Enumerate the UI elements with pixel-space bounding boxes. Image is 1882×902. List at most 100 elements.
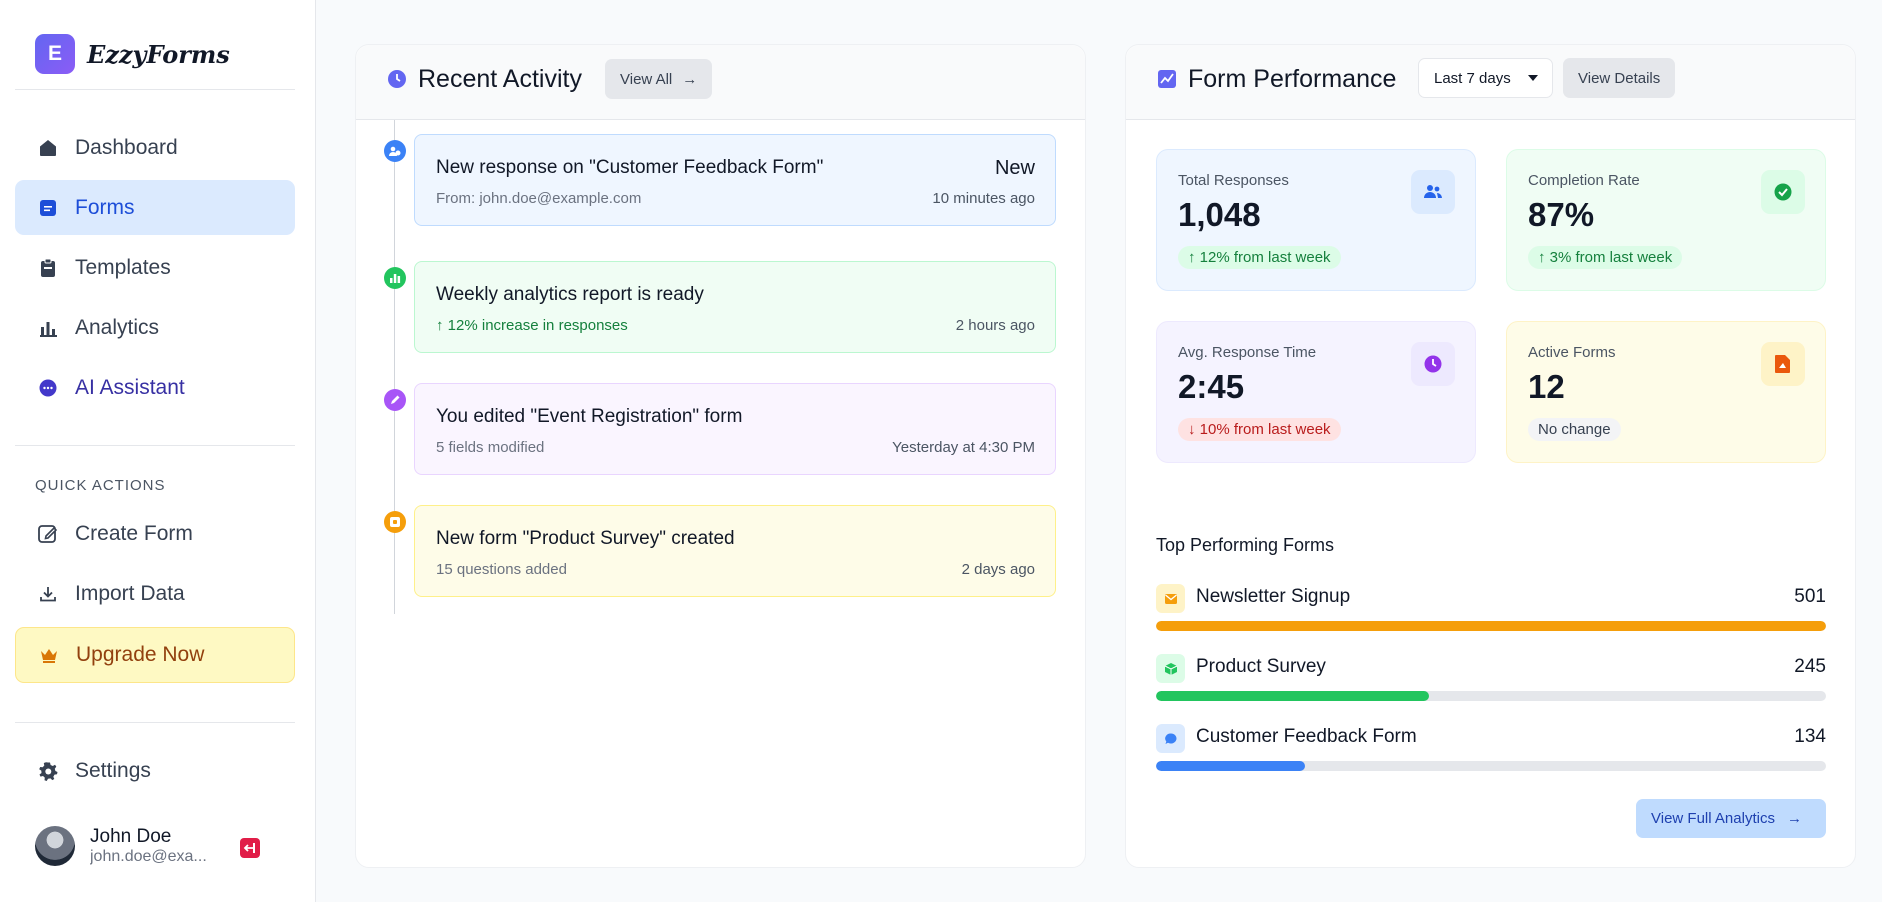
stat-change: ↓ 10% from last week [1178, 418, 1341, 441]
activity-sub: ↑ 12% increase in responses [436, 317, 628, 334]
sidebar-item-forms[interactable]: Forms [15, 180, 295, 235]
user-email: john.doe@exa... [90, 848, 207, 865]
activity-title: You edited "Event Registration" form [436, 406, 743, 427]
stat-card-total-responses: Total Responses 1,048 ↑ 12% from last we… [1156, 149, 1476, 291]
top-form-value: 501 [1794, 586, 1826, 607]
chat-icon [37, 377, 59, 399]
arrow-up-icon: ↑ [1538, 249, 1550, 266]
activity-sub: 15 questions added [436, 561, 567, 578]
analytics-icon [37, 317, 59, 339]
stat-card-avg-response-time: Avg. Response Time 2:45 ↓ 10% from last … [1156, 321, 1476, 463]
templates-icon [37, 257, 59, 279]
stat-card-completion-rate: Completion Rate 87% ↑ 3% from last week [1506, 149, 1826, 291]
arrow-down-icon: ↓ [1188, 421, 1200, 438]
stat-label: Active Forms [1528, 344, 1616, 361]
activity-sub-text: 12% increase in responses [447, 317, 628, 334]
activity-item[interactable]: New response on "Customer Feedback Form"… [414, 134, 1056, 226]
create-form-label: Create Form [75, 521, 193, 545]
stat-change: ↑ 12% from last week [1178, 246, 1341, 269]
cube-icon [1156, 654, 1185, 683]
top-form-bar-track [1156, 761, 1826, 771]
stat-value: 87% [1528, 196, 1595, 233]
activity-time: 2 hours ago [955, 317, 1035, 334]
top-form-value: 134 [1794, 726, 1826, 747]
new-badge: New [994, 157, 1035, 179]
activity-item[interactable]: You edited "Event Registration" form 5 f… [414, 383, 1056, 475]
user-name: John Doe [90, 826, 172, 847]
divider [15, 722, 295, 723]
view-all-label: View All [620, 70, 673, 88]
pencil-icon [384, 389, 406, 411]
activity-item[interactable]: New form "Product Survey" created 15 que… [414, 505, 1056, 597]
sidebar-item-label: AI Assistant [75, 375, 185, 399]
activity-item[interactable]: Weekly analytics report is ready ↑ 12% i… [414, 261, 1056, 353]
view-details-button[interactable]: View Details [1563, 58, 1676, 98]
gear-icon [37, 760, 59, 782]
quick-actions-heading: QUICK ACTIONS [35, 477, 166, 494]
brand-logo: E [35, 34, 75, 74]
divider [15, 445, 295, 446]
user-profile[interactable]: John Doe john.doe@exa... [35, 826, 210, 866]
import-data-button[interactable]: Import Data [15, 566, 295, 621]
sidebar-item-settings[interactable]: Settings [15, 743, 295, 798]
date-range-select[interactable]: Last 7 days [1418, 58, 1553, 98]
brand-name: EzzyForms [87, 39, 230, 69]
stat-value: 2:45 [1178, 368, 1245, 405]
sidebar-item-analytics[interactable]: Analytics [15, 300, 295, 355]
users-icon [1411, 170, 1455, 214]
activity-time: 10 minutes ago [932, 190, 1035, 207]
sidebar: E EzzyForms Dashboard Forms Templates An… [0, 0, 316, 902]
top-form-value: 245 [1794, 656, 1826, 677]
forms-icon [37, 197, 59, 219]
edit-icon [37, 523, 59, 545]
divider [15, 89, 295, 90]
download-icon [37, 583, 59, 605]
file-icon [1761, 342, 1805, 386]
plus-square-icon [384, 511, 406, 533]
stat-change-text: 10% from last week [1199, 421, 1331, 438]
envelope-icon [1156, 584, 1185, 613]
top-form-bar-fill [1156, 761, 1306, 771]
upgrade-button[interactable]: Upgrade Now [15, 627, 295, 683]
stat-value: 12 [1528, 368, 1565, 405]
activity-time: 2 days ago [961, 561, 1035, 578]
check-circle-icon [1761, 170, 1805, 214]
timeline-line [394, 120, 395, 614]
top-form-bar-fill [1156, 621, 1826, 631]
stat-change-text: 12% from last week [1199, 249, 1331, 266]
top-form-bar-track [1156, 621, 1826, 631]
activity-title: New response on "Customer Feedback Form" [436, 157, 824, 178]
stat-card-active-forms: Active Forms 12 No change [1506, 321, 1826, 463]
logout-icon[interactable] [240, 838, 260, 858]
recent-activity-title: Recent Activity [418, 65, 582, 93]
sidebar-item-label: Dashboard [75, 135, 178, 159]
stat-change-text: 3% from last week [1549, 249, 1673, 266]
sidebar-item-ai-assistant[interactable]: AI Assistant [15, 360, 295, 415]
brand[interactable]: E EzzyForms [35, 34, 230, 74]
top-form-name: Product Survey [1196, 656, 1326, 677]
view-details-label: View Details [1578, 69, 1661, 87]
stat-change: ↑ 3% from last week [1528, 246, 1683, 269]
top-forms-heading: Top Performing Forms [1156, 535, 1335, 555]
view-full-analytics-label: View Full Analytics [1651, 810, 1775, 827]
upgrade-label: Upgrade Now [76, 643, 205, 666]
sidebar-item-templates[interactable]: Templates [15, 240, 295, 295]
sidebar-item-dashboard[interactable]: Dashboard [15, 120, 295, 175]
arrow-right-icon: → [682, 70, 698, 88]
activity-sub: From: john.doe@example.com [436, 190, 642, 207]
sidebar-item-label: Analytics [75, 315, 160, 339]
view-all-button[interactable]: View All → [605, 59, 713, 99]
top-form-name: Newsletter Signup [1196, 586, 1351, 607]
trend-chart-icon [1157, 69, 1177, 94]
activity-time: Yesterday at 4:30 PM [892, 439, 1035, 456]
top-form-bar-fill [1156, 691, 1429, 701]
user-response-icon [384, 140, 406, 162]
clock-icon [387, 69, 407, 94]
view-full-analytics-button[interactable]: View Full Analytics → [1636, 799, 1826, 838]
avatar [35, 826, 75, 866]
import-data-label: Import Data [75, 581, 185, 605]
create-form-button[interactable]: Create Form [15, 506, 295, 561]
recent-activity-header: Recent Activity View All → [356, 45, 1085, 120]
top-form-name: Customer Feedback Form [1196, 726, 1417, 747]
chart-icon [384, 267, 406, 289]
